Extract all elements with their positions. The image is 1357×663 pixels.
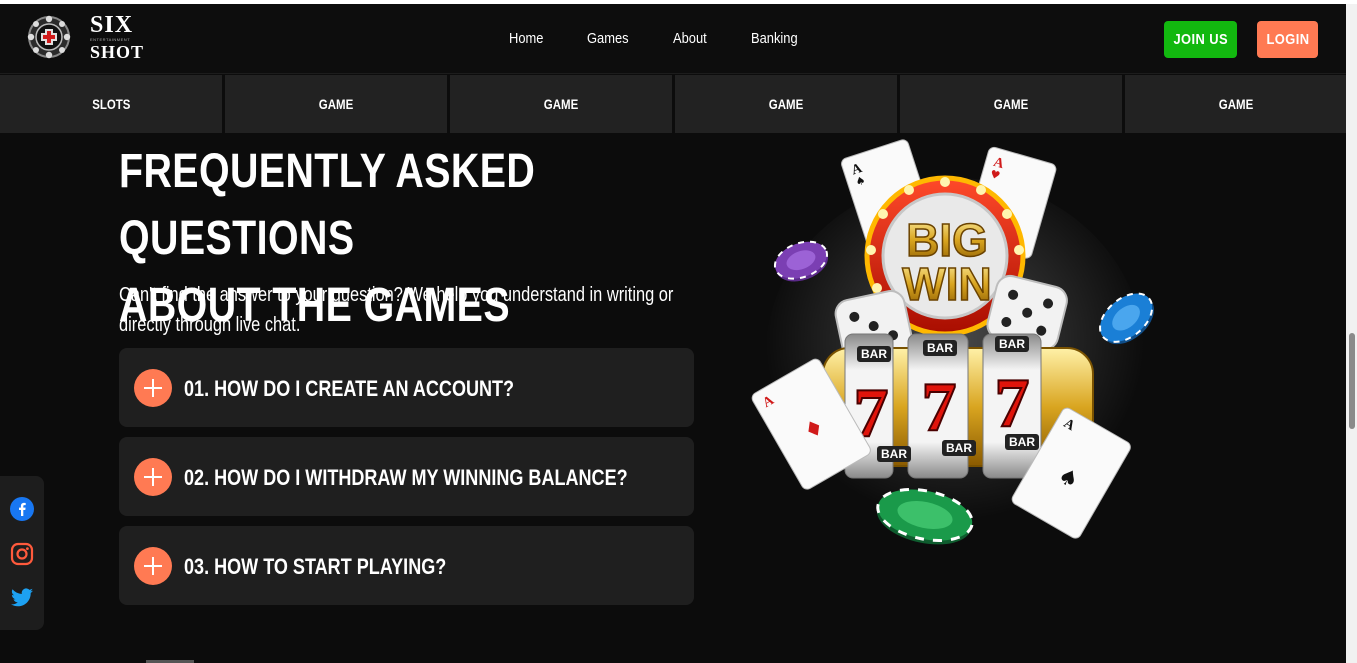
- vertical-scrollbar-thumb[interactable]: [1349, 333, 1355, 429]
- big-win-slot-illustration: A ♠ A ♥ BIG WIN BAR BAR BAR BAR BAR BAR …: [745, 138, 1165, 553]
- logo-text-six: SIX: [90, 12, 134, 38]
- login-label: LOGIN: [1266, 31, 1309, 48]
- game-category-bar: SLOTS GAME GAME GAME GAME GAME: [0, 75, 1357, 134]
- faq-item-2[interactable]: 02. HOW DO I WITHDRAW MY WINNING BALANCE…: [119, 437, 694, 516]
- faq-item-1[interactable]: 01. HOW DO I CREATE AN ACCOUNT?: [119, 348, 694, 427]
- join-us-label: JOIN US: [1173, 31, 1228, 48]
- nav-home[interactable]: Home: [509, 30, 543, 47]
- reel-symbol-bar: BAR: [927, 341, 953, 355]
- faq-title-line1: FREQUENTLY ASKED QUESTIONS: [119, 145, 536, 265]
- reel-symbol-bar: BAR: [861, 347, 887, 361]
- expand-plus-icon[interactable]: [134, 369, 172, 407]
- main-nav: Home Games About Banking: [509, 30, 843, 47]
- reel-symbol-bar: BAR: [999, 337, 1025, 351]
- instagram-icon[interactable]: [9, 541, 35, 567]
- expand-plus-icon[interactable]: [134, 547, 172, 585]
- tab-label: GAME: [318, 96, 354, 112]
- site-header: SIX ENTERTAINMENT SHOT Home Games About …: [0, 4, 1357, 74]
- expand-plus-icon[interactable]: [134, 458, 172, 496]
- tab-label: GAME: [543, 96, 579, 112]
- tab-game-2[interactable]: GAME: [450, 75, 672, 133]
- tab-label: GAME: [1218, 96, 1254, 112]
- faq-question: 02. HOW DO I WITHDRAW MY WINNING BALANCE…: [184, 465, 628, 490]
- login-button[interactable]: LOGIN: [1257, 21, 1318, 58]
- faq-item-3[interactable]: 03. HOW TO START PLAYING?: [119, 526, 694, 605]
- tab-game-1[interactable]: GAME: [225, 75, 447, 133]
- reel-symbol-seven: 7: [922, 369, 957, 446]
- tab-label: GAME: [993, 96, 1029, 112]
- join-us-button[interactable]: JOIN US: [1164, 21, 1237, 58]
- faq-subtitle: Can't find the answer to your question? …: [119, 284, 674, 336]
- tab-game-3[interactable]: GAME: [675, 75, 897, 133]
- tab-label: GAME: [768, 96, 804, 112]
- site-logo[interactable]: SIX ENTERTAINMENT SHOT: [26, 13, 144, 61]
- reel-symbol-seven: 7: [995, 365, 1030, 442]
- sign-text-win: WIN: [902, 258, 991, 310]
- faq-question: 03. HOW TO START PLAYING?: [184, 554, 447, 579]
- poker-chip-logo-icon: [26, 14, 72, 60]
- tab-game-5[interactable]: GAME: [1125, 75, 1347, 133]
- faq-question: 01. HOW DO I CREATE AN ACCOUNT?: [184, 376, 515, 401]
- nav-games[interactable]: Games: [587, 30, 629, 47]
- nav-about[interactable]: About: [673, 30, 707, 47]
- nav-banking[interactable]: Banking: [751, 30, 798, 47]
- social-sidebar: [0, 476, 44, 630]
- tab-label: SLOTS: [91, 96, 131, 112]
- facebook-icon[interactable]: [9, 496, 35, 522]
- tab-slots[interactable]: SLOTS: [0, 75, 222, 133]
- logo-text-shot: SHOT: [90, 42, 145, 62]
- tab-game-4[interactable]: GAME: [900, 75, 1122, 133]
- twitter-icon[interactable]: [9, 585, 35, 611]
